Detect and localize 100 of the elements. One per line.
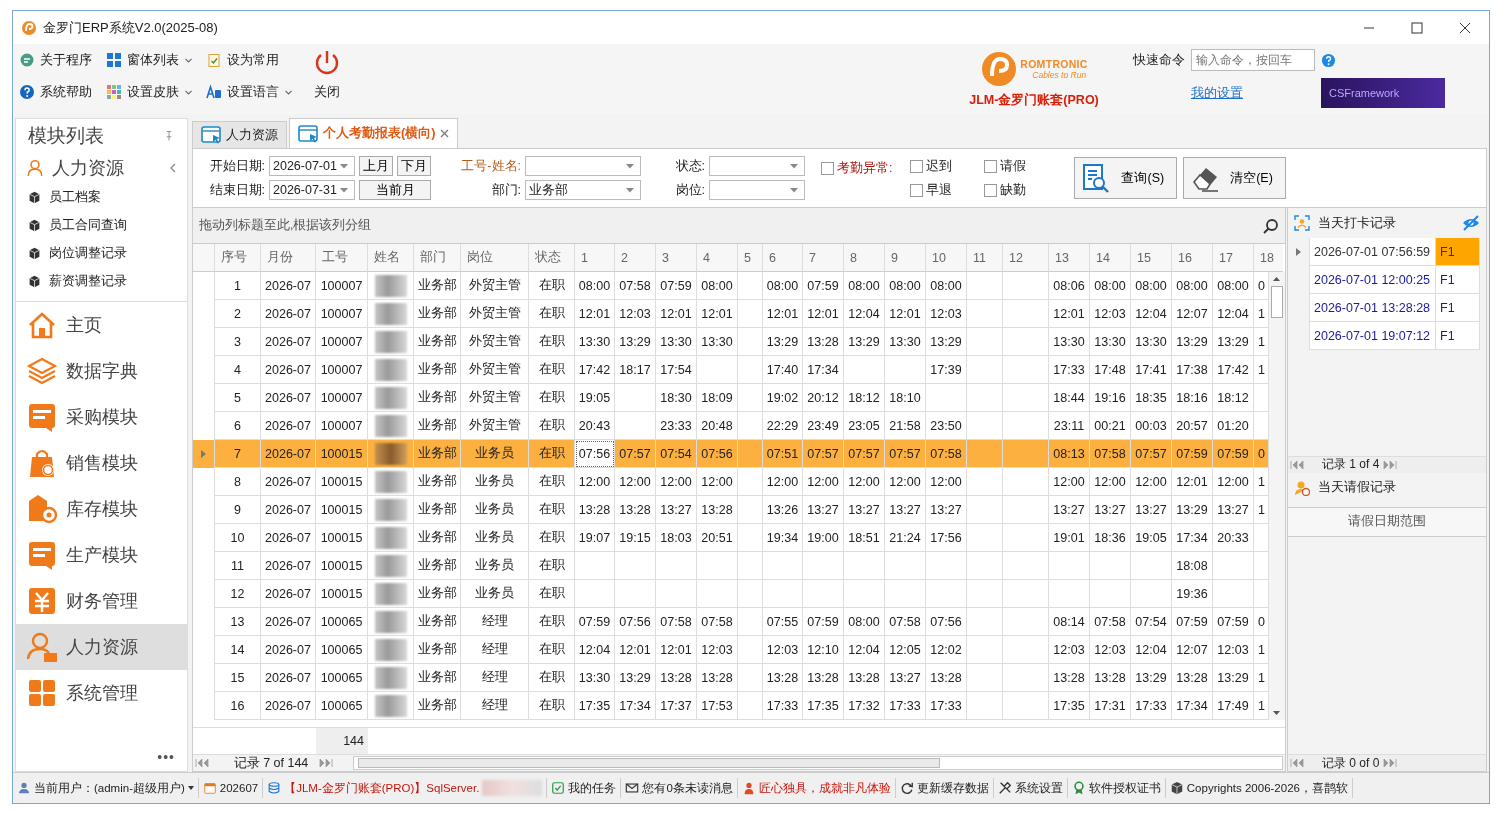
dropdown-arrow-icon[interactable] [340, 163, 348, 169]
month-button[interactable]: 下月 [397, 156, 431, 176]
column-header[interactable]: 4 [697, 244, 738, 272]
more-button[interactable]: ••• [16, 743, 187, 771]
column-header[interactable]: 请假日期范围 [1288, 506, 1486, 537]
column-header[interactable]: 13 [1049, 244, 1090, 272]
query-button[interactable]: 查询(S) [1074, 157, 1178, 199]
dropdown-arrow-icon[interactable] [790, 187, 798, 193]
framework-banner[interactable]: CSFramework [1321, 78, 1445, 108]
status-combo[interactable] [709, 156, 805, 176]
table-cell: 07:58 [1090, 608, 1131, 636]
module-item[interactable]: 生产模块 [16, 532, 187, 578]
column-header[interactable]: 2 [615, 244, 656, 272]
date-field[interactable]: 2026-07-31 [269, 180, 355, 200]
employee-combo[interactable] [525, 156, 641, 176]
tab[interactable]: 人力资源 [192, 121, 287, 148]
column-header[interactable]: 7 [803, 244, 844, 272]
scroll-thumb[interactable] [1271, 286, 1283, 318]
status-item[interactable]: 软件授权证书 [1067, 778, 1166, 798]
dropdown-arrow-icon[interactable] [790, 163, 798, 169]
date-field[interactable]: 2026-07-01 [269, 156, 355, 176]
module-item[interactable]: 销售模块 [16, 440, 187, 486]
punch-record-row[interactable]: 2026-07-01 07:56:59 F1 [1288, 238, 1486, 266]
module-item[interactable]: 采购模块 [16, 394, 187, 440]
sidebar-item[interactable]: 薪资调整记录 [16, 267, 187, 295]
table-cell: 07:58 [926, 440, 967, 468]
settings-link[interactable]: 我的设置 [1191, 84, 1315, 102]
filter-checkbox[interactable]: 请假 [984, 157, 1055, 175]
module-item[interactable]: 系统管理 [16, 670, 187, 716]
column-header[interactable]: 6 [763, 244, 803, 272]
module-item[interactable]: 财务管理 [16, 578, 187, 624]
toolbar-item[interactable]: 设为常用 [204, 49, 294, 71]
column-header[interactable]: 工号 [316, 244, 368, 272]
table-cell: 13:30 [575, 664, 615, 692]
clear-button[interactable]: 清空(E) [1183, 157, 1286, 199]
current-month-button[interactable]: 当前月 [359, 180, 431, 200]
status-item[interactable]: 【JLM-金罗门账套(PRO)】SqlServer. [263, 778, 548, 798]
status-item[interactable]: Copyrights 2006-2026，喜鹊软 [1165, 778, 1353, 798]
column-header[interactable]: 8 [844, 244, 885, 272]
column-header[interactable]: 序号 [215, 244, 261, 272]
column-header[interactable]: 状态 [529, 244, 575, 272]
column-header[interactable]: 9 [885, 244, 926, 272]
column-header[interactable]: 10 [926, 244, 967, 272]
close-tab-icon[interactable] [440, 129, 450, 138]
status-item[interactable]: 我的任务 [547, 778, 622, 798]
toolbar-item[interactable]: 窗体列表 [104, 49, 194, 71]
column-header[interactable]: 3 [656, 244, 697, 272]
tab[interactable]: 个人考勤报表(横向) [289, 118, 459, 148]
position-combo[interactable] [709, 180, 805, 200]
punch-record-row[interactable]: 2026-07-01 13:28:28 F1 [1288, 294, 1486, 322]
module-item[interactable]: 主页 [16, 302, 187, 348]
help-icon [1321, 52, 1336, 68]
module-group-header[interactable]: 人力资源 [16, 153, 187, 183]
column-header[interactable]: 16 [1172, 244, 1213, 272]
month-button[interactable]: 上月 [359, 156, 393, 176]
table-cell: 17:40 [763, 356, 803, 384]
column-header[interactable]: 月份 [261, 244, 316, 272]
toolbar-item[interactable]: 系统帮助 [17, 81, 94, 103]
column-header[interactable]: 姓名 [368, 244, 414, 272]
module-item[interactable]: 人力资源 [16, 624, 187, 670]
status-item[interactable]: 更新缓存数据 [895, 778, 994, 798]
column-header[interactable]: 岗位 [461, 244, 529, 272]
status-item[interactable]: 您有0条未读消息 [621, 778, 738, 798]
dropdown-arrow-icon[interactable] [340, 187, 348, 193]
status-item[interactable]: 202607 [198, 778, 264, 798]
table-cell: 2026-07 [261, 468, 316, 496]
power-close-button[interactable]: 关闭 [312, 44, 342, 114]
sidebar-item[interactable]: 岗位调整记录 [16, 239, 187, 267]
filter-checkbox[interactable]: 缺勤 [984, 181, 1055, 199]
dropdown-arrow-icon[interactable] [626, 187, 634, 193]
punch-record-row[interactable]: 2026-07-01 12:00:25 F1 [1288, 266, 1486, 294]
abnormal-checkbox[interactable]: 考勤异常: [821, 159, 893, 177]
column-header[interactable]: 17 [1213, 244, 1254, 272]
column-header[interactable]: 部门 [414, 244, 461, 272]
module-item[interactable]: 数据字典 [16, 348, 187, 394]
status-item[interactable]: 系统设置 [993, 778, 1068, 798]
column-header[interactable]: 15 [1131, 244, 1172, 272]
horizontal-scrollbar[interactable] [353, 756, 1283, 770]
warehouse-gear-icon [26, 493, 58, 525]
column-header[interactable]: 14 [1090, 244, 1131, 272]
vertical-scrollbar[interactable] [1268, 272, 1285, 720]
column-header[interactable]: 12 [1003, 244, 1049, 272]
command-field[interactable]: 输入命令，按回车 [1191, 49, 1315, 71]
dropdown-arrow-icon[interactable] [626, 163, 634, 169]
status-item[interactable]: 匠心独具，成就非凡体验 [737, 778, 896, 798]
sidebar-item[interactable]: 员工档案 [16, 183, 187, 211]
column-header[interactable]: 1 [575, 244, 615, 272]
toolbar-item[interactable]: 设置皮肤 [104, 81, 194, 103]
punch-record-row[interactable]: 2026-07-01 19:07:12 F1 [1288, 322, 1486, 350]
column-header[interactable]: 5 [738, 244, 763, 272]
toolbar-item[interactable]: 关于程序 [17, 49, 94, 71]
table-row[interactable]: 7 2026-07 100015 业务部 业务员 在职 07:56 07:57 07:54 07:56 07:51 07:57 07:57 07:57 07:58 08:13 07:58 07:57 07:59 07:59 0 [193, 440, 1268, 468]
status-item[interactable]: 当前用户：(admin-超级用户) [13, 778, 199, 798]
filter-checkbox[interactable]: 早退 [910, 181, 981, 199]
toolbar-item[interactable]: 设置语言 [204, 81, 294, 103]
module-item[interactable]: 库存模块 [16, 486, 187, 532]
department-combo[interactable]: 业务部 [525, 180, 641, 200]
filter-checkbox[interactable]: 迟到 [910, 157, 981, 175]
column-header[interactable]: 11 [967, 244, 1003, 272]
sidebar-item[interactable]: 员工合同查询 [16, 211, 187, 239]
